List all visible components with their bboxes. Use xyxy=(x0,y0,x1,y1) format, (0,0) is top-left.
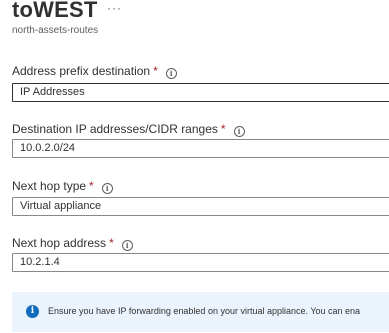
page-subtitle: north-assets-routes xyxy=(12,25,99,36)
next-hop-type-label: Next hop type * i xyxy=(12,179,113,194)
route-edit-panel: toWEST ··· north-assets-routes Address p… xyxy=(0,0,389,333)
more-options-button[interactable]: ··· xyxy=(107,1,122,15)
page-title: toWEST xyxy=(12,0,98,22)
destination-ip-input[interactable]: 10.0.2.0/24 xyxy=(12,139,389,158)
address-prefix-destination-select[interactable]: IP Addresses xyxy=(12,83,389,102)
destination-ip-label-text: Destination IP addresses/CIDR ranges xyxy=(12,122,218,136)
info-circle-icon: i xyxy=(26,305,39,318)
next-hop-address-label: Next hop address * i xyxy=(12,236,133,251)
required-marker: * xyxy=(220,122,226,136)
ip-forwarding-notice: i Ensure you have IP forwarding enabled … xyxy=(12,292,389,332)
next-hop-address-label-text: Next hop address xyxy=(12,236,107,250)
info-icon[interactable]: i xyxy=(121,240,133,251)
next-hop-type-select[interactable]: Virtual appliance xyxy=(12,197,389,216)
info-icon[interactable]: i xyxy=(165,68,177,79)
required-marker: * xyxy=(153,64,158,78)
required-marker: * xyxy=(109,236,114,250)
address-prefix-destination-label-text: Address prefix destination xyxy=(12,64,151,78)
address-prefix-destination-label: Address prefix destination * i xyxy=(12,64,177,79)
required-marker: * xyxy=(89,179,94,193)
destination-ip-label: Destination IP addresses/CIDR ranges * i xyxy=(12,122,245,137)
next-hop-type-label-text: Next hop type xyxy=(12,179,87,193)
info-icon[interactable]: i xyxy=(101,183,113,194)
next-hop-address-input[interactable]: 10.2.1.4 xyxy=(12,253,389,272)
notice-text: Ensure you have IP forwarding enabled on… xyxy=(48,306,361,316)
info-icon[interactable]: i xyxy=(233,126,245,137)
